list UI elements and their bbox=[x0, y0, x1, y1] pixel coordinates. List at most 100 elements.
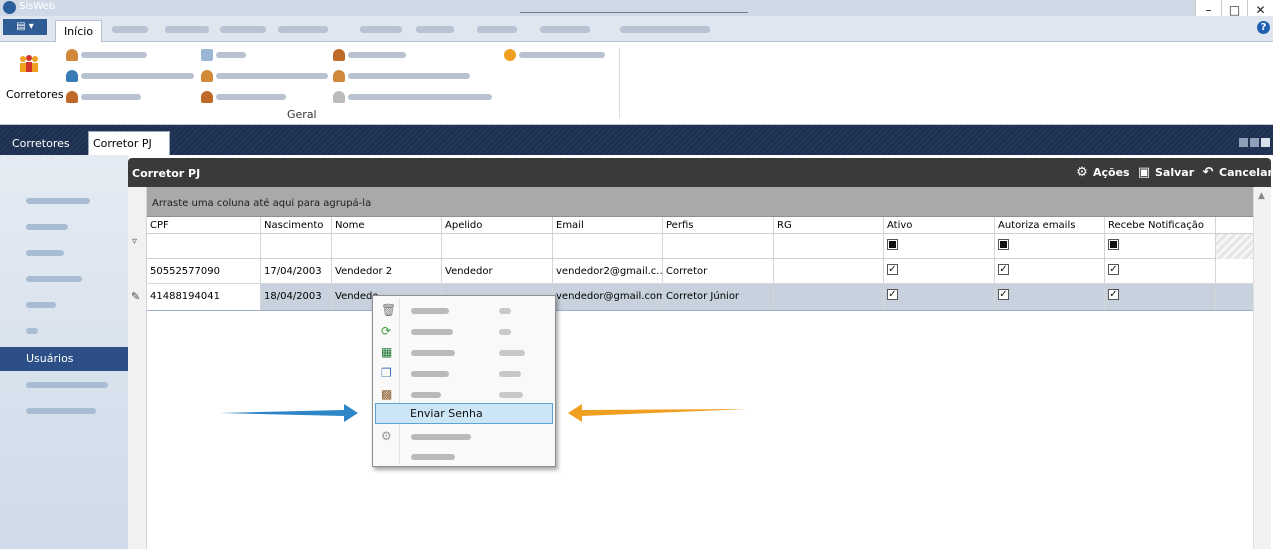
tab-blurred[interactable] bbox=[540, 26, 590, 33]
column-header-nascimento[interactable]: Nascimento bbox=[261, 217, 332, 233]
nav-item-blurred[interactable] bbox=[0, 189, 128, 213]
shield-icon bbox=[333, 91, 345, 103]
cell-perfis[interactable]: Corretor bbox=[663, 259, 774, 283]
column-header-rg[interactable]: RG bbox=[774, 217, 884, 233]
nav-item-blurred[interactable] bbox=[0, 241, 128, 265]
tab-list-icon[interactable] bbox=[1261, 138, 1270, 147]
group-by-hint: Arraste uma coluna até aqui para agrupá-… bbox=[152, 198, 372, 209]
nav-item-blurred[interactable] bbox=[0, 267, 128, 291]
column-header-autoriza-emails[interactable]: Autoriza emails bbox=[995, 217, 1105, 233]
help-icon[interactable]: ? bbox=[1257, 21, 1270, 34]
tab-blurred[interactable] bbox=[620, 26, 710, 33]
person-icon bbox=[201, 70, 213, 82]
app-logo bbox=[3, 1, 16, 14]
nav-item-blurred[interactable] bbox=[0, 399, 128, 423]
filter-nome[interactable] bbox=[332, 234, 442, 258]
filter-ativo-checkbox[interactable] bbox=[887, 239, 898, 250]
person-icon bbox=[66, 49, 78, 61]
ribbon-group-label: Geral bbox=[287, 108, 317, 121]
filter-rg[interactable] bbox=[774, 234, 884, 258]
column-header-apelido[interactable]: Apelido bbox=[442, 217, 553, 233]
filter-apelido[interactable] bbox=[442, 234, 553, 258]
column-header-nome[interactable]: Nome bbox=[332, 217, 442, 233]
cell-rg[interactable] bbox=[774, 259, 884, 283]
nav-item-blurred[interactable] bbox=[0, 319, 128, 343]
recebe-checkbox[interactable]: ✓ bbox=[1108, 289, 1119, 300]
scroll-up-icon[interactable]: ▲ bbox=[1258, 191, 1265, 201]
table-row[interactable]: 50552577090 17/04/2003 Vendedor 2 Vended… bbox=[147, 259, 1253, 284]
salvar-button[interactable]: ▣ Salvar bbox=[1137, 165, 1194, 181]
cell-perfis[interactable]: Corretor Júnior bbox=[663, 284, 774, 310]
filter-cpf[interactable] bbox=[147, 234, 261, 258]
cell-email[interactable]: vendedor@gmail.com bbox=[553, 284, 663, 310]
tab-blurred[interactable] bbox=[278, 26, 328, 33]
cell-nascimento[interactable]: 17/04/2003 bbox=[261, 259, 332, 283]
cancelar-button[interactable]: ↶ Cancelar bbox=[1201, 165, 1273, 181]
context-menu: 🗑 ⟳ ▦ ❐ ▩ Enviar Senha ⚙ bbox=[372, 295, 556, 467]
context-item-blurred[interactable]: ⟳ bbox=[375, 321, 553, 342]
cell-nascimento[interactable]: 18/04/2003 bbox=[261, 284, 332, 310]
cell-nome[interactable]: Vendedor 2 bbox=[332, 259, 442, 283]
column-header-perfis[interactable]: Perfis bbox=[663, 217, 774, 233]
cell-autoriza: ✓ bbox=[995, 259, 1105, 283]
orange-arrow bbox=[568, 404, 748, 422]
filter-recebe-checkbox[interactable] bbox=[1108, 239, 1119, 250]
column-header-email[interactable]: Email bbox=[553, 217, 663, 233]
column-header-ativo[interactable]: Ativo bbox=[884, 217, 995, 233]
filter-row-filler bbox=[1216, 234, 1253, 259]
doc-tab-corretor-pj[interactable]: Corretor PJ bbox=[88, 131, 170, 155]
column-header-recebe-notificacao[interactable]: Recebe Notificação bbox=[1105, 217, 1216, 233]
tab-blurred[interactable] bbox=[360, 26, 402, 33]
acoes-button[interactable]: ⚙ Ações bbox=[1075, 165, 1129, 181]
ativo-checkbox[interactable]: ✓ bbox=[887, 264, 898, 275]
minimize-button[interactable]: – bbox=[1195, 0, 1221, 17]
tab-prev-icon[interactable] bbox=[1239, 138, 1248, 147]
cell-cpf[interactable]: 41488194041 bbox=[147, 284, 261, 310]
close-button[interactable]: ✕ bbox=[1247, 0, 1273, 17]
paste-icon: ▩ bbox=[381, 387, 393, 401]
filter-email[interactable] bbox=[553, 234, 663, 258]
cell-cpf[interactable]: 50552577090 bbox=[147, 259, 261, 283]
context-item-blurred[interactable]: ▦ bbox=[375, 342, 553, 363]
filter-nascimento[interactable] bbox=[261, 234, 332, 258]
doc-tab-corretores[interactable]: Corretores bbox=[12, 137, 70, 150]
group-by-area[interactable]: Arraste uma coluna até aqui para agrupá-… bbox=[147, 187, 1253, 217]
people-icon bbox=[20, 55, 38, 72]
recebe-checkbox[interactable]: ✓ bbox=[1108, 264, 1119, 275]
cell-email[interactable]: vendedor2@gmail.c... bbox=[553, 259, 663, 283]
autoriza-checkbox[interactable]: ✓ bbox=[998, 264, 1009, 275]
context-item-blurred[interactable]: ⚙ bbox=[375, 426, 553, 447]
filter-perfis[interactable] bbox=[663, 234, 774, 258]
nav-item-blurred[interactable] bbox=[0, 215, 128, 239]
tab-blurred[interactable] bbox=[220, 26, 266, 33]
context-item-blurred[interactable]: ❐ bbox=[375, 363, 553, 384]
app-menu-button[interactable]: ▤ ▾ bbox=[3, 19, 47, 35]
context-item-enviar-senha[interactable]: Enviar Senha bbox=[375, 403, 553, 424]
tab-next-icon[interactable] bbox=[1250, 138, 1259, 147]
filter-autoriza-checkbox[interactable] bbox=[998, 239, 1009, 250]
restore-button[interactable]: □ bbox=[1221, 0, 1247, 17]
tab-blurred[interactable] bbox=[165, 26, 209, 33]
nav-item-usuarios[interactable]: Usuários bbox=[0, 347, 128, 371]
document-tab-strip: Corretores Corretor PJ bbox=[0, 125, 1273, 155]
autoriza-checkbox[interactable]: ✓ bbox=[998, 289, 1009, 300]
gear-icon: ⚙ bbox=[1076, 165, 1088, 180]
nav-item-blurred[interactable] bbox=[0, 373, 128, 397]
context-item-blurred[interactable] bbox=[375, 446, 553, 467]
tab-blurred[interactable] bbox=[416, 26, 454, 33]
context-item-blurred[interactable]: 🗑 bbox=[375, 300, 553, 321]
title-search-field[interactable] bbox=[520, 5, 748, 13]
table-row-selected[interactable]: 41488194041 18/04/2003 Vendedo vendedor@… bbox=[147, 284, 1253, 311]
nav-item-blurred[interactable] bbox=[0, 293, 128, 317]
cell-rg[interactable] bbox=[774, 284, 884, 310]
tab-inicio[interactable]: Início bbox=[55, 20, 102, 43]
filter-icon[interactable]: ▿ bbox=[132, 236, 137, 247]
vertical-scrollbar[interactable]: ▲ bbox=[1253, 187, 1271, 549]
column-header-cpf[interactable]: CPF bbox=[147, 217, 261, 233]
context-item-blurred[interactable]: ▩ bbox=[375, 384, 553, 405]
tab-blurred[interactable] bbox=[112, 26, 148, 33]
ativo-checkbox[interactable]: ✓ bbox=[887, 289, 898, 300]
corretores-ribbon-button[interactable]: Corretores bbox=[4, 50, 64, 108]
tab-blurred[interactable] bbox=[477, 26, 517, 33]
cell-apelido[interactable]: Vendedor bbox=[442, 259, 553, 283]
